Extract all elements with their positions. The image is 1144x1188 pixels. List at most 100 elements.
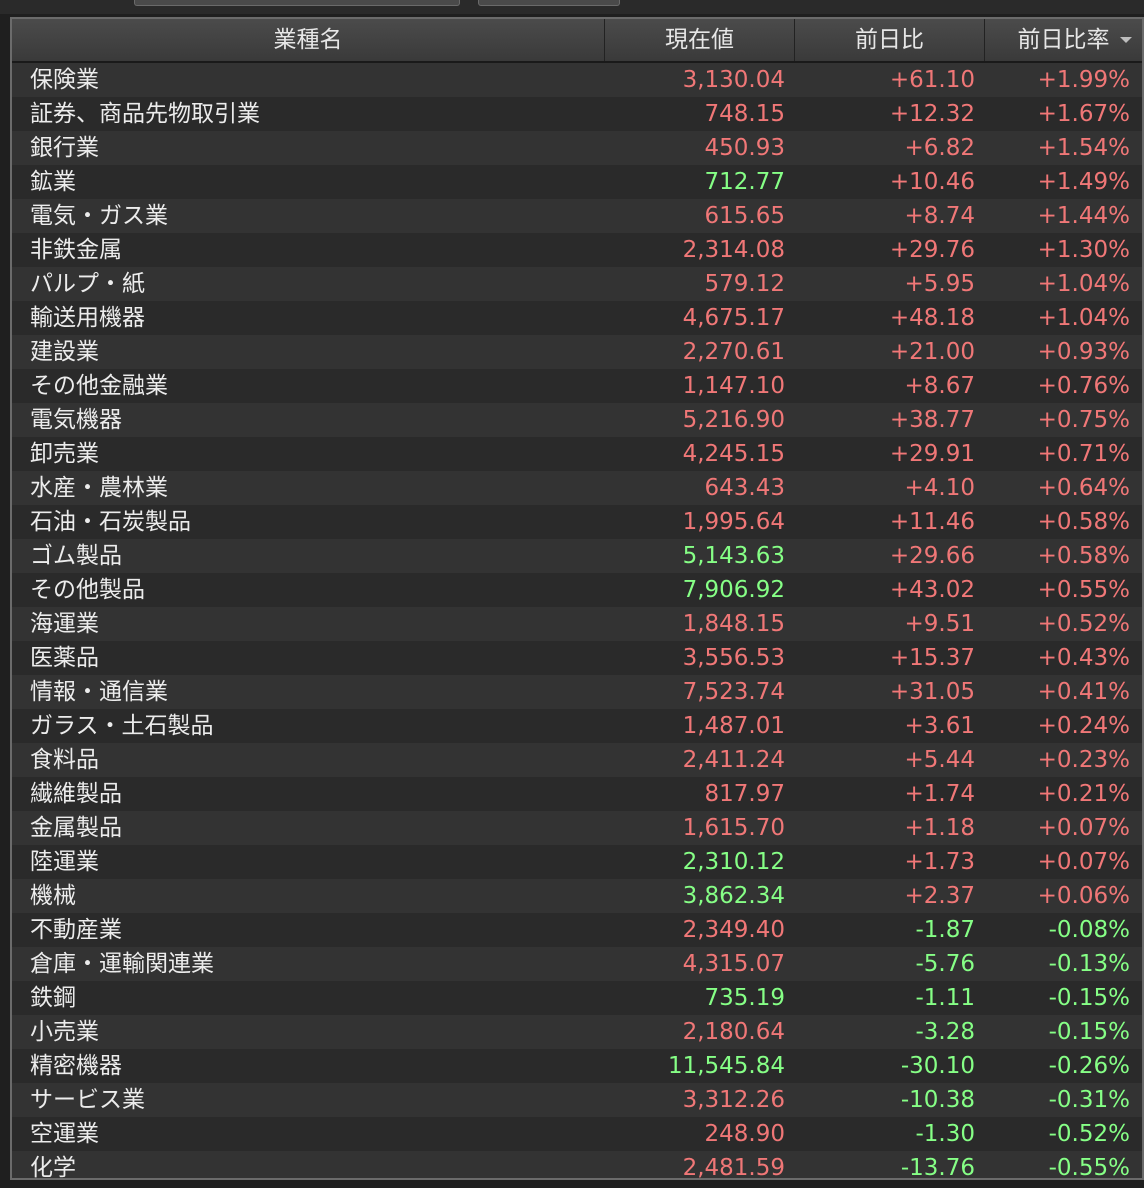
- table-row[interactable]: 機械 3,862.34 +2.37 +0.06%: [12, 879, 1142, 913]
- change-rate-value: -0.13%: [1048, 951, 1130, 977]
- table-row[interactable]: 小売業 2,180.64 -3.28 -0.15%: [12, 1015, 1142, 1049]
- current-price: 615.65: [704, 203, 785, 229]
- header-change[interactable]: 前日比: [795, 19, 985, 61]
- table-row[interactable]: 電気機器 5,216.90 +38.77 +0.75%: [12, 403, 1142, 437]
- table-row[interactable]: 陸運業 2,310.12 +1.73 +0.07%: [12, 845, 1142, 879]
- change-rate-value: +0.75%: [1037, 407, 1130, 433]
- table-header: 業種名 現在値 前日比 前日比率: [12, 19, 1142, 63]
- change-rate-value: +1.99%: [1037, 67, 1130, 93]
- change-value: +1.18: [904, 815, 975, 841]
- toolbar-tab[interactable]: [478, 0, 620, 6]
- change-rate-value: +0.43%: [1037, 645, 1130, 671]
- change-value: -13.76: [900, 1155, 975, 1180]
- change-value: -3.28: [915, 1019, 975, 1045]
- change-rate-value: -0.15%: [1048, 985, 1130, 1011]
- table-row[interactable]: その他製品 7,906.92 +43.02 +0.55%: [12, 573, 1142, 607]
- table-row[interactable]: 輸送用機器 4,675.17 +48.18 +1.04%: [12, 301, 1142, 335]
- change-rate-value: +0.58%: [1037, 543, 1130, 569]
- change-value: +1.73: [904, 849, 975, 875]
- current-price: 1,995.64: [682, 509, 785, 535]
- change-rate-value: -0.15%: [1048, 1019, 1130, 1045]
- current-price: 748.15: [704, 101, 785, 127]
- sector-name: 小売業: [30, 1019, 99, 1045]
- header-current-price[interactable]: 現在値: [605, 19, 795, 61]
- change-rate-value: +1.04%: [1037, 271, 1130, 297]
- sector-name: 空運業: [30, 1121, 99, 1147]
- change-value: -10.38: [900, 1087, 975, 1113]
- current-price: 4,245.15: [682, 441, 785, 467]
- sector-name: 水産・農林業: [30, 475, 168, 501]
- table-row[interactable]: パルプ・紙 579.12 +5.95 +1.04%: [12, 267, 1142, 301]
- change-value: +43.02: [889, 577, 975, 603]
- current-price: 4,315.07: [682, 951, 785, 977]
- table-row[interactable]: 倉庫・運輸関連業 4,315.07 -5.76 -0.13%: [12, 947, 1142, 981]
- table-row[interactable]: 空運業 248.90 -1.30 -0.52%: [12, 1117, 1142, 1151]
- table-row[interactable]: 保険業 3,130.04 +61.10 +1.99%: [12, 63, 1142, 97]
- change-value: +21.00: [889, 339, 975, 365]
- table-row[interactable]: 不動産業 2,349.40 -1.87 -0.08%: [12, 913, 1142, 947]
- table-row[interactable]: ガラス・土石製品 1,487.01 +3.61 +0.24%: [12, 709, 1142, 743]
- current-price: 2,310.12: [682, 849, 785, 875]
- change-value: +38.77: [889, 407, 975, 433]
- change-rate-value: +1.49%: [1037, 169, 1130, 195]
- sector-name: その他製品: [30, 577, 145, 603]
- sort-descending-icon[interactable]: [1120, 37, 1132, 43]
- table-row[interactable]: 鉄鋼 735.19 -1.11 -0.15%: [12, 981, 1142, 1015]
- change-value: +11.46: [889, 509, 975, 535]
- current-price: 2,411.24: [682, 747, 785, 773]
- change-rate-value: +0.93%: [1037, 339, 1130, 365]
- change-value: +8.67: [904, 373, 975, 399]
- change-rate-value: +0.23%: [1037, 747, 1130, 773]
- change-value: -5.76: [915, 951, 975, 977]
- change-value: +4.10: [904, 475, 975, 501]
- table-body: 保険業 3,130.04 +61.10 +1.99% 証券、商品先物取引業 748.15 +…: [12, 63, 1142, 1180]
- table-row[interactable]: 精密機器 11,545.84 -30.10 -0.26%: [12, 1049, 1142, 1083]
- change-value: +48.18: [889, 305, 975, 331]
- change-value: +6.82: [904, 135, 975, 161]
- sector-name: ガラス・土石製品: [30, 713, 214, 739]
- sector-name: 保険業: [30, 67, 99, 93]
- header-sector-name[interactable]: 業種名: [12, 19, 605, 61]
- change-rate-value: +1.54%: [1037, 135, 1130, 161]
- table-row[interactable]: 証券、商品先物取引業 748.15 +12.32 +1.67%: [12, 97, 1142, 131]
- table-row[interactable]: 情報・通信業 7,523.74 +31.05 +0.41%: [12, 675, 1142, 709]
- table-row[interactable]: 医薬品 3,556.53 +15.37 +0.43%: [12, 641, 1142, 675]
- table-row[interactable]: 建設業 2,270.61 +21.00 +0.93%: [12, 335, 1142, 369]
- change-rate-value: +0.24%: [1037, 713, 1130, 739]
- current-price: 450.93: [704, 135, 785, 161]
- change-rate-value: +0.06%: [1037, 883, 1130, 909]
- table-row[interactable]: 銀行業 450.93 +6.82 +1.54%: [12, 131, 1142, 165]
- table-row[interactable]: 食料品 2,411.24 +5.44 +0.23%: [12, 743, 1142, 777]
- table-row[interactable]: 鉱業 712.77 +10.46 +1.49%: [12, 165, 1142, 199]
- sector-name: 石油・石炭製品: [30, 509, 191, 535]
- change-rate-value: -0.08%: [1048, 917, 1130, 943]
- change-value: +3.61: [904, 713, 975, 739]
- table-row[interactable]: 繊維製品 817.97 +1.74 +0.21%: [12, 777, 1142, 811]
- current-price: 7,906.92: [682, 577, 785, 603]
- table-row[interactable]: 海運業 1,848.15 +9.51 +0.52%: [12, 607, 1142, 641]
- table-row[interactable]: その他金融業 1,147.10 +8.67 +0.76%: [12, 369, 1142, 403]
- table-row[interactable]: 金属製品 1,615.70 +1.18 +0.07%: [12, 811, 1142, 845]
- change-value: +10.46: [889, 169, 975, 195]
- change-rate-value: +0.07%: [1037, 815, 1130, 841]
- toolbar-tab[interactable]: [134, 0, 460, 6]
- change-rate-value: +0.55%: [1037, 577, 1130, 603]
- table-row[interactable]: 電気・ガス業 615.65 +8.74 +1.44%: [12, 199, 1142, 233]
- change-value: +2.37: [904, 883, 975, 909]
- sector-table: 業種名 現在値 前日比 前日比率 保険業 3,130.04 +61.10 +1.99%…: [10, 17, 1144, 1180]
- table-row[interactable]: サービス業 3,312.26 -10.38 -0.31%: [12, 1083, 1142, 1117]
- table-row[interactable]: 化学 2,481.59 -13.76 -0.55%: [12, 1151, 1142, 1180]
- sector-name: 倉庫・運輸関連業: [30, 951, 214, 977]
- current-price: 5,143.63: [682, 543, 785, 569]
- table-row[interactable]: 卸売業 4,245.15 +29.91 +0.71%: [12, 437, 1142, 471]
- change-rate-value: +0.52%: [1037, 611, 1130, 637]
- table-row[interactable]: 非鉄金属 2,314.08 +29.76 +1.30%: [12, 233, 1142, 267]
- header-change-rate[interactable]: 前日比率: [985, 19, 1142, 61]
- table-row[interactable]: ゴム製品 5,143.63 +29.66 +0.58%: [12, 539, 1142, 573]
- table-row[interactable]: 水産・農林業 643.43 +4.10 +0.64%: [12, 471, 1142, 505]
- change-value: +5.44: [904, 747, 975, 773]
- change-rate-value: +0.21%: [1037, 781, 1130, 807]
- change-value: +61.10: [889, 67, 975, 93]
- table-row[interactable]: 石油・石炭製品 1,995.64 +11.46 +0.58%: [12, 505, 1142, 539]
- current-price: 3,862.34: [682, 883, 785, 909]
